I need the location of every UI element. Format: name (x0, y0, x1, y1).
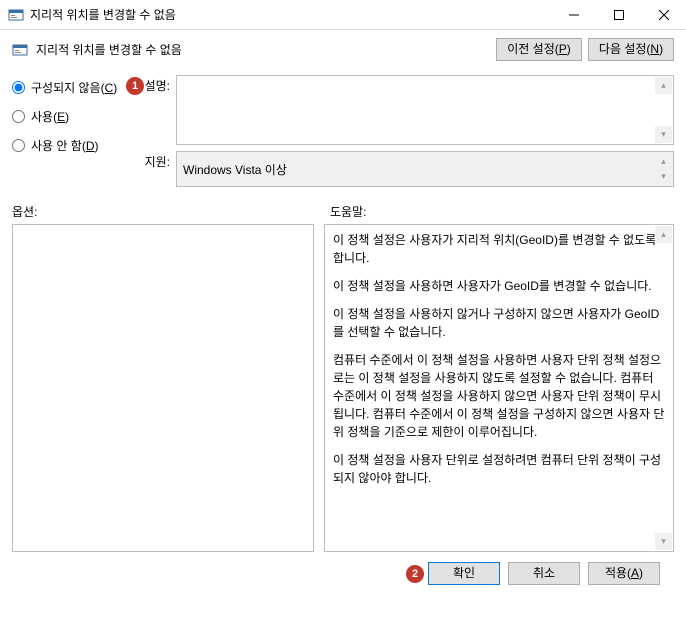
help-paragraph: 이 정책 설정을 사용하면 사용자가 GeoID를 변경할 수 없습니다. (333, 277, 665, 295)
help-paragraph: 이 정책 설정을 사용자 단위로 설정하려면 컴퓨터 단위 정책이 구성되지 않… (333, 451, 665, 487)
help-paragraph: 이 정책 설정을 사용하지 않거나 구성하지 않으면 사용자가 GeoID를 선… (333, 305, 665, 341)
close-button[interactable] (641, 0, 686, 30)
supported-on-box: Windows Vista 이상 ▴ ▾ (176, 151, 674, 187)
apply-button[interactable]: 적용(A) (588, 562, 660, 585)
previous-setting-label: 이전 설정 (507, 42, 555, 56)
radio-disabled-input[interactable] (12, 139, 25, 152)
app-icon (8, 7, 24, 23)
radio-not-configured-input[interactable] (12, 81, 25, 94)
apply-label: 적용 (605, 566, 627, 580)
scroll-up-icon[interactable]: ▴ (655, 226, 672, 243)
help-paragraph: 컴퓨터 수준에서 이 정책 설정을 사용하면 사용자 단위 정책 설정으로는 이… (333, 351, 665, 441)
header-row: 지리적 위치를 변경할 수 없음 이전 설정(P) 다음 설정(N) (12, 38, 674, 61)
policy-title: 지리적 위치를 변경할 수 없음 (36, 41, 490, 58)
radio-disabled-label: 사용 안 함(D) (31, 137, 99, 154)
scroll-up-icon[interactable]: ▴ (655, 77, 672, 94)
next-setting-label: 다음 설정 (599, 42, 647, 56)
cancel-button[interactable]: 취소 (508, 562, 580, 585)
titlebar: 지리적 위치를 변경할 수 없음 (0, 0, 686, 30)
next-setting-button[interactable]: 다음 설정(N) (588, 38, 674, 61)
radio-not-configured-label: 구성되지 않음(C) (31, 79, 117, 96)
policy-state-radios: 구성되지 않음(C) 1 사용(E) 사용 안 함(D) (12, 75, 140, 193)
comment-textarea[interactable]: ▴ ▾ (176, 75, 674, 145)
radio-not-configured[interactable]: 구성되지 않음(C) 1 (12, 79, 140, 96)
window-title: 지리적 위치를 변경할 수 없음 (30, 6, 551, 23)
scroll-down-icon[interactable]: ▾ (655, 168, 672, 185)
help-paragraph: 이 정책 설정은 사용자가 지리적 위치(GeoID)를 변경할 수 없도록 합… (333, 231, 665, 267)
annotation-badge-2: 2 (406, 565, 424, 583)
supported-label: 지원: (140, 151, 176, 187)
maximize-button[interactable] (596, 0, 641, 30)
scroll-down-icon[interactable]: ▾ (655, 126, 672, 143)
radio-enabled-label: 사용(E) (31, 108, 69, 125)
comment-label: 설명: (140, 75, 176, 145)
radio-disabled[interactable]: 사용 안 함(D) (12, 137, 140, 154)
options-panel (12, 224, 314, 552)
help-label: 도움말: (330, 203, 366, 220)
dialog-footer: 2 확인 취소 적용(A) (12, 552, 674, 585)
ok-button[interactable]: 확인 (428, 562, 500, 585)
previous-setting-button[interactable]: 이전 설정(P) (496, 38, 582, 61)
scroll-down-icon[interactable]: ▾ (655, 533, 672, 550)
supported-on-value: Windows Vista 이상 (183, 161, 287, 178)
annotation-badge-1: 1 (126, 77, 144, 95)
radio-enabled[interactable]: 사용(E) (12, 108, 140, 125)
radio-enabled-input[interactable] (12, 110, 25, 123)
policy-icon (12, 42, 28, 58)
options-label: 옵션: (12, 203, 330, 220)
minimize-button[interactable] (551, 0, 596, 30)
help-panel: 이 정책 설정은 사용자가 지리적 위치(GeoID)를 변경할 수 없도록 합… (324, 224, 674, 552)
